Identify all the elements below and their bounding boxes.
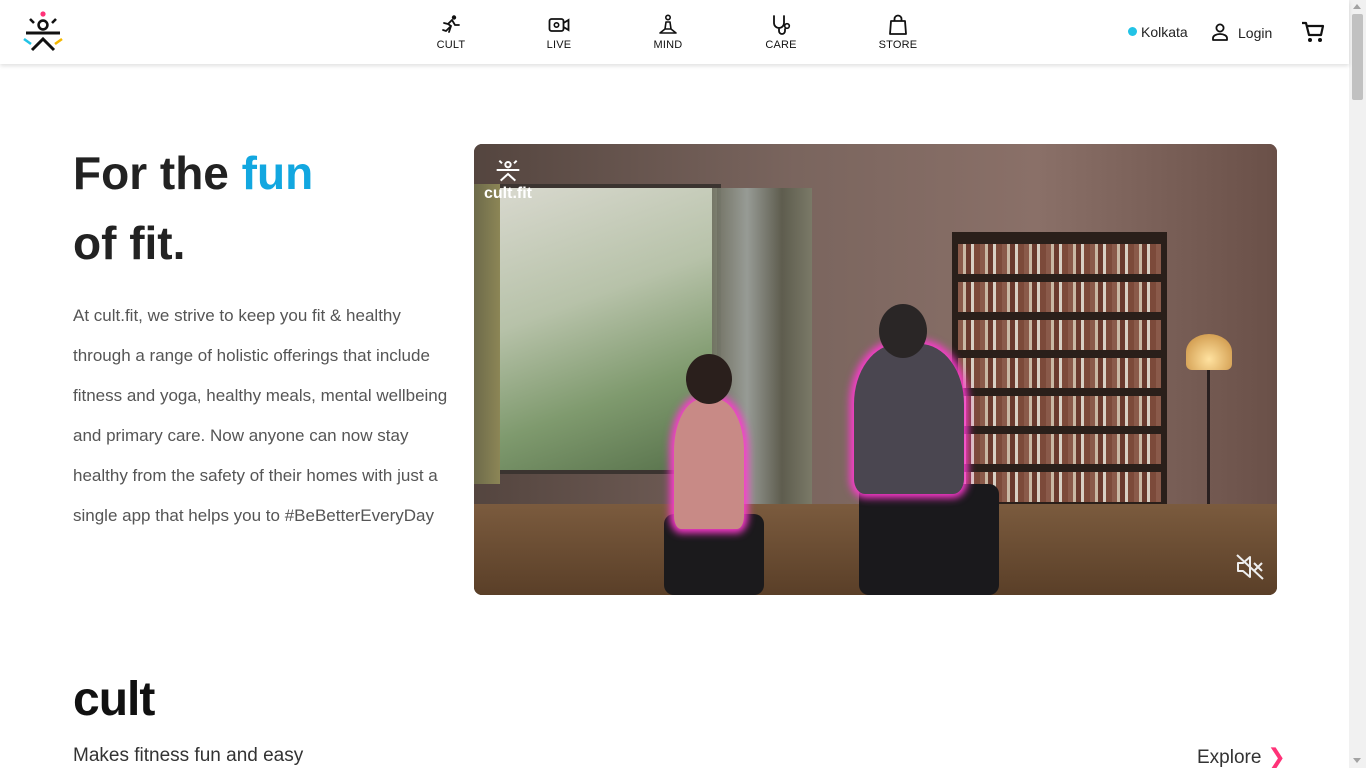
hero-video[interactable]: cult.fit (474, 144, 1277, 595)
page-scrollbar[interactable] (1349, 0, 1366, 768)
running-person-icon (442, 15, 460, 33)
hero-title-suffix: of fit. (73, 217, 186, 269)
nav-item-live[interactable]: LIVE (519, 14, 599, 51)
hero-title-prefix: For the (73, 147, 242, 199)
nav-label-mind: MIND (653, 39, 683, 51)
shopping-bag-icon (889, 14, 907, 35)
location-selector[interactable]: Kolkata (1128, 24, 1188, 40)
dancer-1 (674, 399, 744, 529)
dancer-2 (854, 344, 964, 494)
video-watermark-text: cult.fit (484, 185, 532, 202)
hero-description: At cult.fit, we strive to keep you fit &… (73, 306, 448, 525)
explore-label: Explore (1197, 747, 1262, 768)
location-dot-icon (1128, 27, 1137, 36)
shelf-row (958, 358, 1161, 388)
scroll-up-arrow-icon[interactable] (1353, 4, 1361, 9)
dancer-1-head (686, 354, 732, 404)
login-button[interactable]: Login (1210, 22, 1272, 42)
meditation-icon (659, 14, 677, 34)
chevron-right-icon: ❯ (1267, 744, 1286, 768)
hero-title: For the fun of fit. (73, 138, 453, 278)
shopping-cart-icon (1302, 21, 1325, 42)
mute-toggle-button[interactable] (1234, 552, 1266, 582)
dancer-2-head (879, 304, 927, 358)
speaker-muted-icon (1236, 554, 1264, 580)
cult-section-subtitle: Makes fitness fun and easy (73, 745, 304, 766)
nav-label-cult: CULT (436, 39, 466, 51)
shelf-row (958, 282, 1161, 312)
shelf-row (958, 320, 1161, 350)
nav-label-care: CARE (765, 39, 797, 51)
nav-item-store[interactable]: STORE (858, 14, 938, 51)
nav-item-mind[interactable]: MIND (628, 14, 708, 51)
cult-logo-icon[interactable] (22, 10, 64, 54)
cult-section-title: cult (73, 673, 155, 726)
shelf-row (958, 244, 1161, 274)
nav-label-live: LIVE (546, 39, 572, 51)
scroll-thumb[interactable] (1352, 14, 1363, 100)
video-lamp (1186, 334, 1232, 370)
video-camera-icon (548, 18, 570, 32)
stethoscope-icon (773, 15, 791, 35)
top-header: CULT LIVE MIND CARE STORE Kolkata Login (0, 0, 1349, 64)
scroll-down-arrow-icon[interactable] (1353, 758, 1361, 763)
shelf-row (958, 434, 1161, 464)
explore-link[interactable]: Explore ❯ (1197, 744, 1286, 768)
shelf-row (958, 396, 1161, 426)
location-label: Kolkata (1141, 24, 1188, 40)
cult-logo-watermark-icon (496, 159, 520, 182)
video-curtain-left (474, 184, 500, 484)
cart-button[interactable] (1300, 19, 1326, 50)
nav-label-store: STORE (878, 39, 918, 51)
video-watermark-logo: cult.fit (483, 158, 533, 203)
login-label: Login (1238, 25, 1273, 41)
hero-title-accent: fun (241, 147, 314, 199)
user-icon (1212, 23, 1228, 41)
nav-item-cult[interactable]: CULT (411, 14, 491, 51)
nav-item-care[interactable]: CARE (741, 14, 821, 51)
dancer-2-legs (859, 484, 999, 595)
